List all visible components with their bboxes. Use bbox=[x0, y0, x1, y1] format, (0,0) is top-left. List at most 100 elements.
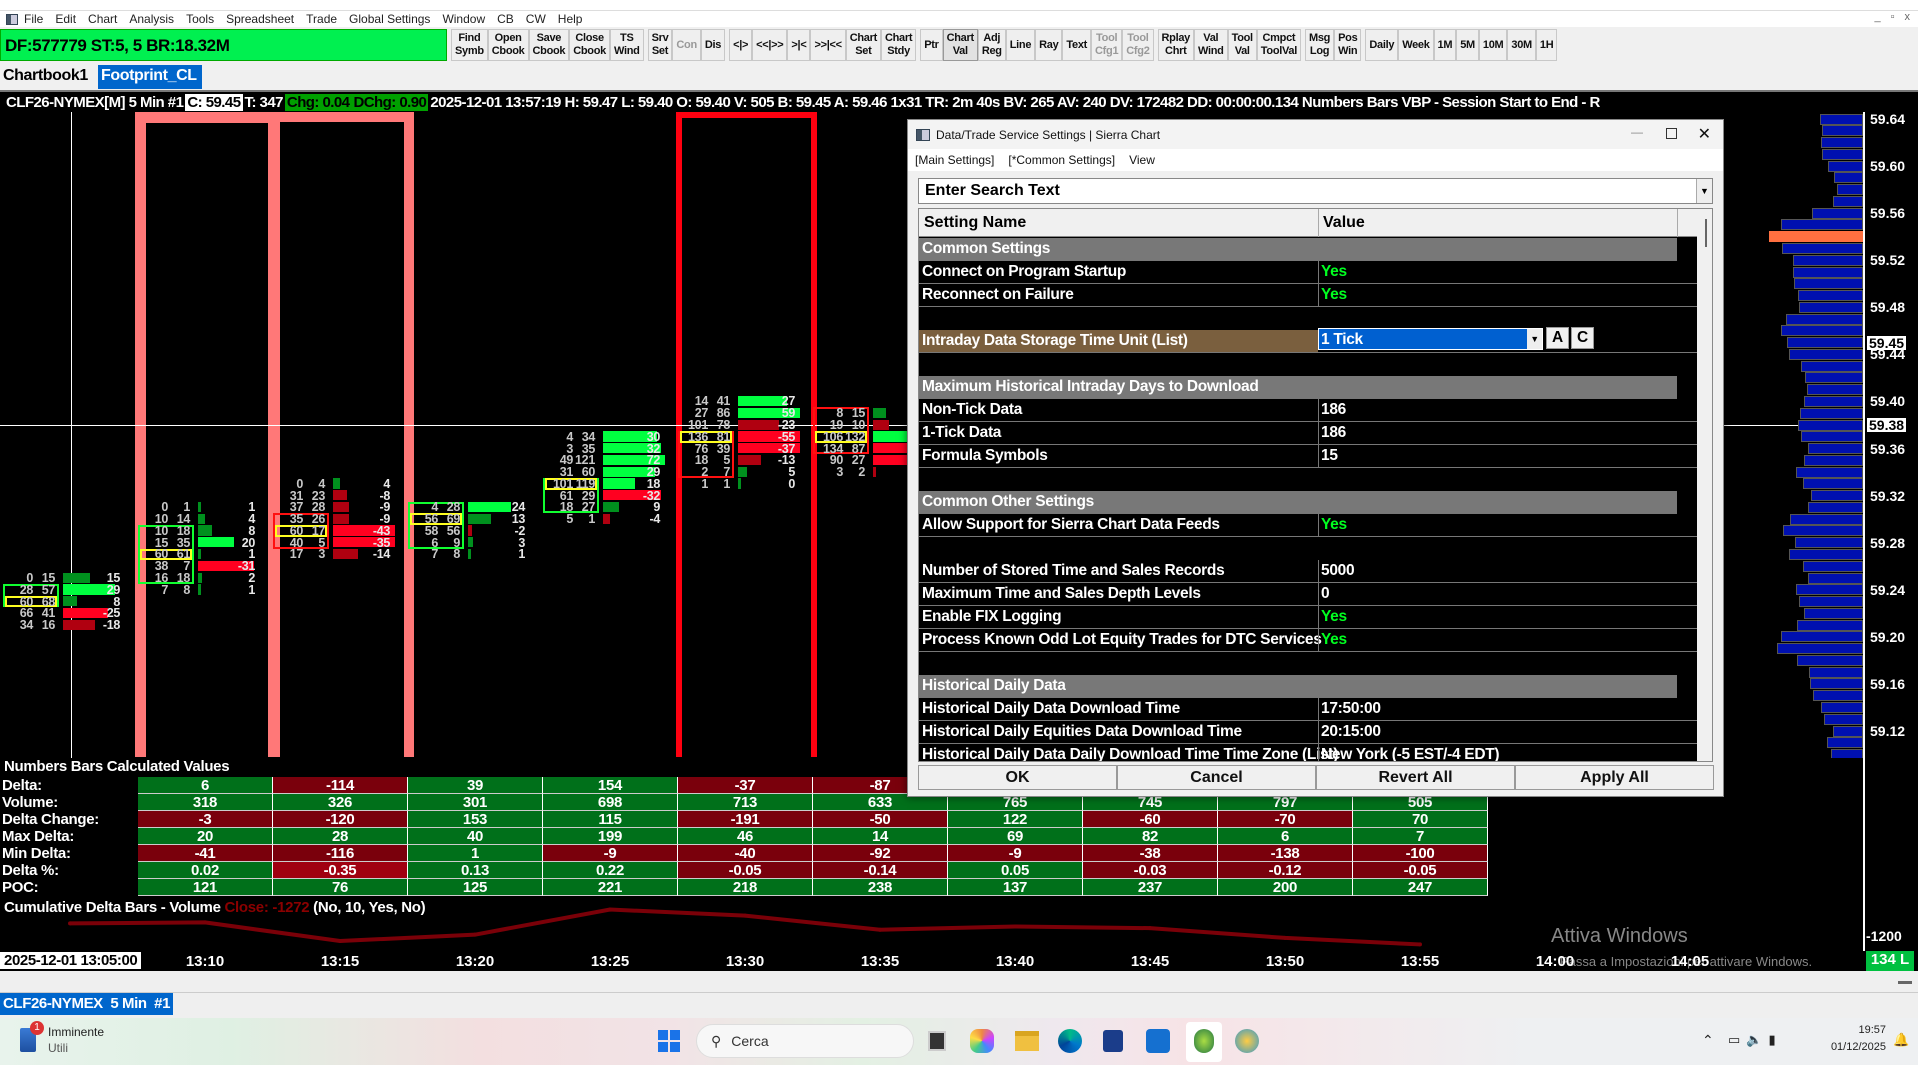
menu-spreadsheet[interactable]: Spreadsheet bbox=[226, 12, 294, 26]
dialog-title-bar[interactable]: Data/Trade Service Settings | Sierra Cha… bbox=[908, 120, 1723, 149]
setting-value[interactable]: Yes bbox=[1318, 606, 1347, 628]
toolbar-button-opencbook[interactable]: Open Cbook bbox=[487, 29, 529, 61]
setting-value[interactable]: Yes bbox=[1318, 629, 1347, 651]
file-explorer-icon[interactable] bbox=[1015, 1031, 1039, 1051]
notifications-icon[interactable]: 🔔 bbox=[1893, 1032, 1909, 1048]
toolbar-button-daily[interactable]: Daily bbox=[1365, 29, 1399, 61]
search-dropdown-icon[interactable]: ▼ bbox=[1696, 179, 1712, 203]
toolbar-button-line[interactable]: Line bbox=[1005, 29, 1036, 61]
toolbar-button-[interactable]: <<|>> bbox=[752, 29, 788, 61]
setting-value[interactable]: 5000 bbox=[1318, 560, 1355, 582]
menu-common-settings[interactable]: [*Common Settings] bbox=[1008, 153, 1115, 167]
setting-row[interactable]: Non-Tick Data 186 bbox=[919, 399, 1697, 422]
store-icon[interactable] bbox=[1103, 1030, 1123, 1052]
toolbar-button-[interactable]: <|> bbox=[729, 29, 753, 61]
tab-chartbook1[interactable]: Chartbook1 bbox=[0, 65, 91, 89]
menu-help[interactable]: Help bbox=[558, 12, 583, 26]
task-view-icon[interactable] bbox=[928, 1031, 946, 1051]
dialog-minimize-icon[interactable]: — bbox=[1631, 125, 1643, 139]
toolbar-button-con[interactable]: Con bbox=[672, 29, 701, 61]
toolbar-button-[interactable]: >>|<< bbox=[810, 29, 846, 61]
start-icon[interactable] bbox=[658, 1030, 680, 1052]
menu-view[interactable]: View bbox=[1129, 153, 1155, 167]
toolbar-button-chartset[interactable]: Chart Set bbox=[845, 29, 881, 61]
price-axis[interactable] bbox=[1863, 112, 1918, 951]
setting-row[interactable]: Reconnect on Failure Yes bbox=[919, 284, 1697, 307]
clock-time[interactable]: 19:57 bbox=[1838, 1024, 1886, 1036]
toolbar-button-closecbook[interactable]: Close Cbook bbox=[569, 29, 610, 61]
setting-value[interactable]: 17:50:00 bbox=[1318, 698, 1381, 720]
app-icon-globe[interactable] bbox=[1235, 1029, 1259, 1053]
toolbar-button-adjreg[interactable]: Adj Reg bbox=[977, 29, 1006, 61]
toolbar-button-toolcfg1[interactable]: Tool Cfg1 bbox=[1091, 29, 1123, 61]
toolbar-button-tswind[interactable]: TS Wind bbox=[609, 29, 644, 61]
toolbar-button-valwind[interactable]: Val Wind bbox=[1194, 29, 1228, 61]
menu-tools[interactable]: Tools bbox=[186, 12, 214, 26]
menu-chart[interactable]: Chart bbox=[88, 12, 117, 26]
toolbar-button-1m[interactable]: 1M bbox=[1433, 29, 1457, 61]
setting-row[interactable]: Enable FIX Logging Yes bbox=[919, 606, 1697, 629]
tab-footprint-cl[interactable]: Footprint_CL bbox=[98, 65, 202, 89]
setting-row[interactable]: Allow Support for Sierra Chart Data Feed… bbox=[919, 514, 1697, 537]
setting-row[interactable]: Historical Daily Data Download Time 17:50… bbox=[919, 698, 1697, 721]
toolbar-button-savecbook[interactable]: Save Cbook bbox=[528, 29, 570, 61]
revert-all-button[interactable]: Revert All bbox=[1316, 765, 1515, 790]
toolbar-button-week[interactable]: Week bbox=[1398, 29, 1434, 61]
setting-value[interactable]: Yes bbox=[1318, 284, 1347, 306]
tab-chart-clf26[interactable]: CLF26-NYMEX 5 Min #1 bbox=[0, 993, 174, 1015]
edit-button-c[interactable]: C bbox=[1571, 327, 1594, 349]
menu-global-settings[interactable]: Global Settings bbox=[349, 12, 430, 26]
widget-title[interactable]: Imminente bbox=[48, 1025, 104, 1039]
menu-file[interactable]: File bbox=[24, 12, 43, 26]
show-hidden-icons[interactable]: ⌃ bbox=[1702, 1032, 1714, 1049]
select-dropdown-icon[interactable]: ▼ bbox=[1527, 329, 1542, 349]
setting-row[interactable]: Process Known Odd Lot Equity Trades for … bbox=[919, 629, 1697, 652]
minimize-bar-icon[interactable] bbox=[1898, 981, 1912, 984]
menu-window[interactable]: Window bbox=[442, 12, 485, 26]
copilot-icon[interactable] bbox=[970, 1029, 994, 1053]
toolbar-button-rplaychrt[interactable]: Rplay Chrt bbox=[1157, 29, 1194, 61]
setting-value[interactable]: 0 bbox=[1318, 583, 1330, 605]
toolbar-button-srvset[interactable]: Srv Set bbox=[647, 29, 673, 61]
dialog-maximize-icon[interactable] bbox=[1666, 128, 1677, 139]
menu-cb[interactable]: CB bbox=[497, 12, 514, 26]
setting-row[interactable]: Historical Daily Equities Data Download … bbox=[919, 721, 1697, 744]
toolbar-button-[interactable]: >|< bbox=[787, 29, 811, 61]
toolbar-button-poswin[interactable]: Pos Win bbox=[1334, 29, 1362, 61]
setting-value[interactable]: 15 bbox=[1318, 445, 1338, 467]
setting-row[interactable]: Maximum Time and Sales Depth Levels 0 bbox=[919, 583, 1697, 606]
toolbar-button-ray[interactable]: Ray bbox=[1035, 29, 1063, 61]
toolbar-button-30m[interactable]: 30M bbox=[1507, 29, 1536, 61]
horizontal-scroll-strip[interactable] bbox=[0, 971, 1918, 993]
settings-scrollbar[interactable] bbox=[1697, 209, 1712, 761]
toolbar-button-text[interactable]: Text bbox=[1062, 29, 1092, 61]
outlook-icon[interactable] bbox=[1146, 1029, 1170, 1053]
setting-row[interactable]: Formula Symbols 15 bbox=[919, 445, 1697, 468]
menu-main-settings[interactable]: [Main Settings] bbox=[915, 153, 994, 167]
menu-trade[interactable]: Trade bbox=[306, 12, 337, 26]
dialog-close-icon[interactable]: ✕ bbox=[1698, 124, 1711, 144]
setting-value[interactable]: Yes bbox=[1318, 514, 1347, 536]
minimize-icon[interactable]: _ bbox=[1874, 11, 1880, 23]
apply-all-button[interactable]: Apply All bbox=[1515, 765, 1714, 790]
toolbar-button-chartval[interactable]: Chart Val bbox=[942, 29, 978, 61]
toolbar-button-toolcfg2[interactable]: Tool Cfg2 bbox=[1122, 29, 1154, 61]
menu-analysis[interactable]: Analysis bbox=[129, 12, 174, 26]
sierra-chart-taskbar-button[interactable] bbox=[1186, 1022, 1222, 1062]
scrollbar-thumb[interactable] bbox=[1704, 219, 1707, 247]
close-icon[interactable]: x bbox=[1905, 11, 1911, 23]
setting-row[interactable]: 1-Tick Data 186 bbox=[919, 422, 1697, 445]
settings-search-input[interactable]: Enter Search Text ▼ bbox=[918, 178, 1713, 204]
setting-row-selected[interactable]: Intraday Data Storage Time Unit (List) 1 … bbox=[919, 327, 1697, 353]
setting-row[interactable]: Connect on Program Startup Yes bbox=[919, 261, 1697, 284]
menu-edit[interactable]: Edit bbox=[55, 12, 76, 26]
edge-icon[interactable] bbox=[1058, 1029, 1082, 1053]
toolbar-button-dis[interactable]: Dis bbox=[700, 29, 726, 61]
cancel-button[interactable]: Cancel bbox=[1117, 765, 1316, 790]
toolbar-button-5m[interactable]: 5M bbox=[1456, 29, 1479, 61]
toolbar-button-msglog[interactable]: Msg Log bbox=[1305, 29, 1335, 61]
toolbar-button-cmpcttoolval[interactable]: Cmpct ToolVal bbox=[1256, 29, 1301, 61]
edit-button-a[interactable]: A bbox=[1546, 327, 1569, 349]
setting-value[interactable]: 186 bbox=[1318, 422, 1346, 444]
toolbar-button-toolval[interactable]: Tool Val bbox=[1227, 29, 1257, 61]
